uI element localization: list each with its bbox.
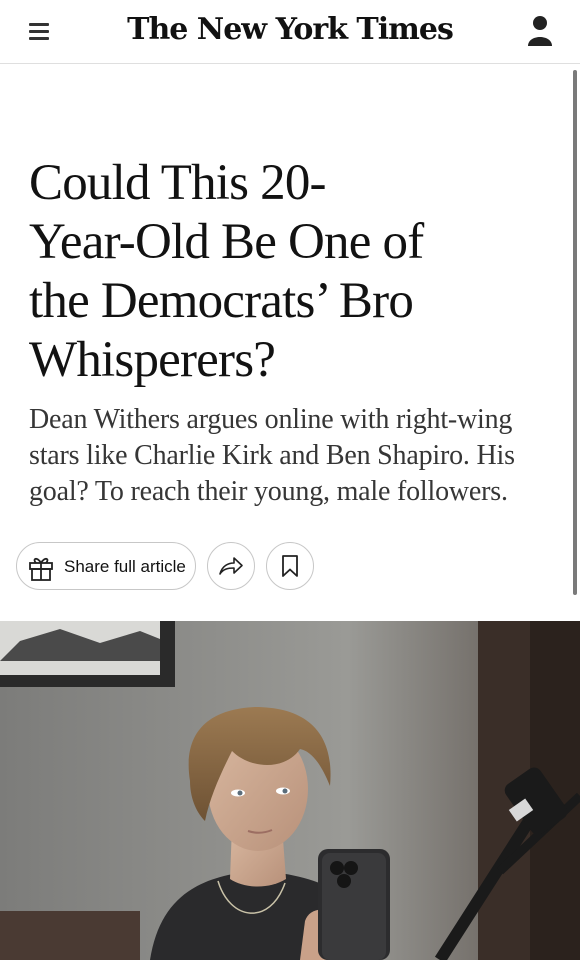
account-icon bbox=[528, 16, 552, 46]
gift-icon bbox=[29, 557, 53, 581]
masthead: The New York Times bbox=[0, 0, 580, 64]
share-full-article-button[interactable]: Share full article bbox=[16, 542, 196, 590]
nyt-logo[interactable]: The New York Times bbox=[0, 8, 580, 52]
share-arrow-icon bbox=[219, 557, 243, 575]
article-headline: Could This 20-Year-Old Be One of the Dem… bbox=[29, 155, 424, 388]
save-button[interactable] bbox=[266, 542, 314, 590]
lead-photo-illustration bbox=[0, 621, 580, 960]
account-button[interactable] bbox=[524, 12, 556, 48]
share-full-article-label: Share full article bbox=[64, 557, 186, 576]
bookmark-icon bbox=[282, 555, 298, 577]
article-summary: Dean Withers argues online with right-wi… bbox=[29, 404, 515, 507]
article-lead-photo bbox=[0, 621, 580, 960]
share-button[interactable] bbox=[207, 542, 255, 590]
scrollbar[interactable] bbox=[573, 70, 577, 595]
